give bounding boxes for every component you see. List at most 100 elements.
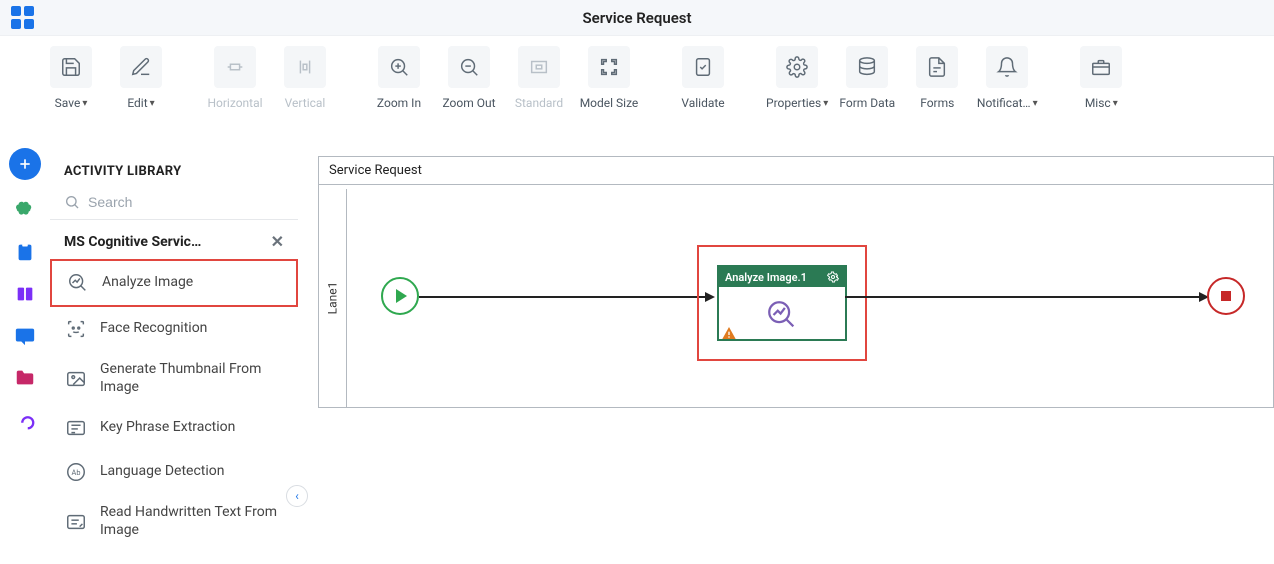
chevron-down-icon: ▾ <box>150 98 155 109</box>
brain-icon[interactable] <box>13 198 37 222</box>
misc-label: Misc <box>1085 96 1111 110</box>
vertical-button: Vertical <box>274 46 336 110</box>
activity-label: Face Recognition <box>100 320 207 338</box>
edge-start-to-activity <box>419 296 713 298</box>
end-node[interactable] <box>1207 277 1245 315</box>
zoom-in-label: Zoom In <box>377 96 421 110</box>
activity-label: Read Handwritten Text From Image <box>100 504 284 539</box>
forms-label: Forms <box>920 96 954 110</box>
search-input[interactable] <box>88 194 284 210</box>
zoom-in-icon <box>378 46 420 88</box>
loop-icon[interactable] <box>13 408 37 432</box>
chevron-left-icon: ‹ <box>295 489 299 503</box>
edge-activity-to-end <box>845 296 1207 298</box>
activity-library-panel: ACTIVITY LIBRARY MS Cognitive Servic… ✕ … <box>50 120 298 564</box>
activity-key-phrase[interactable]: Key Phrase Extraction <box>50 406 298 450</box>
horizontal-align-icon <box>214 46 256 88</box>
lane-label: Lane1 <box>326 282 340 315</box>
edit-label: Edit <box>127 96 147 110</box>
misc-button[interactable]: Misc▾ <box>1070 46 1132 110</box>
properties-label: Properties <box>766 96 821 110</box>
chevron-down-icon: ▾ <box>82 98 87 109</box>
vertical-label: Vertical <box>285 96 326 110</box>
properties-button[interactable]: Properties▾ <box>766 46 828 110</box>
activity-library-title: ACTIVITY LIBRARY <box>50 120 298 193</box>
zoom-out-icon <box>448 46 490 88</box>
analyze-image-icon <box>66 271 90 295</box>
activity-node-selection[interactable]: Analyze Image.1 <box>697 245 867 361</box>
validate-label: Validate <box>681 96 724 110</box>
form-data-label: Form Data <box>839 96 895 110</box>
warning-icon <box>721 325 737 341</box>
bell-icon <box>986 46 1028 88</box>
edit-icon <box>120 46 162 88</box>
close-icon[interactable]: ✕ <box>271 232 284 251</box>
chevron-down-icon: ▾ <box>823 98 828 109</box>
activity-label: Key Phrase Extraction <box>100 419 235 437</box>
category-row[interactable]: MS Cognitive Servic… ✕ <box>50 220 298 259</box>
app-grid-icon[interactable] <box>8 4 36 32</box>
database-icon <box>846 46 888 88</box>
model-size-label: Model Size <box>580 96 639 110</box>
activity-face-recognition[interactable]: Face Recognition <box>50 307 298 351</box>
page-title: Service Request <box>582 9 691 27</box>
validate-icon <box>682 46 724 88</box>
form-data-button[interactable]: Form Data <box>836 46 898 110</box>
add-button[interactable] <box>9 148 41 180</box>
activity-node-analyze-image[interactable]: Analyze Image.1 <box>717 265 847 341</box>
zoom-out-button[interactable]: Zoom Out <box>438 46 500 110</box>
search-icon <box>64 193 80 211</box>
chat-icon[interactable] <box>13 324 37 348</box>
save-icon <box>50 46 92 88</box>
gear-icon[interactable] <box>827 271 839 283</box>
save-button[interactable]: Save▾ <box>40 46 102 110</box>
clipboard-icon[interactable] <box>13 240 37 264</box>
model-size-icon <box>588 46 630 88</box>
model-size-button[interactable]: Model Size <box>578 46 640 110</box>
activity-generate-thumbnail[interactable]: Generate Thumbnail From Image <box>50 351 298 406</box>
standard-button: Standard <box>508 46 570 110</box>
canvas-title: Service Request <box>319 157 1273 185</box>
chevron-down-icon: ▾ <box>1033 98 1038 109</box>
handwritten-icon <box>64 510 88 534</box>
horizontal-label: Horizontal <box>207 96 262 110</box>
forms-button[interactable]: Forms <box>906 46 968 110</box>
process-canvas[interactable]: Service Request Lane1 Analyze Image.1 <box>318 156 1274 408</box>
activity-read-handwritten[interactable]: Read Handwritten Text From Image <box>50 494 298 549</box>
thumbnail-icon <box>64 367 88 391</box>
standard-label: Standard <box>515 96 563 110</box>
zoom-out-label: Zoom Out <box>442 96 495 110</box>
validate-button[interactable]: Validate <box>672 46 734 110</box>
activity-label: Language Detection <box>100 463 224 481</box>
category-label: MS Cognitive Servic… <box>64 234 201 250</box>
edit-button[interactable]: Edit▾ <box>110 46 172 110</box>
extraction-icon <box>64 416 88 440</box>
toolbar: Save▾ Edit▾ Horizontal Vertical Zoom In … <box>0 36 1274 120</box>
activity-label: Generate Thumbnail From Image <box>100 361 284 396</box>
chevron-down-icon: ▾ <box>1113 98 1118 109</box>
lane-body[interactable]: Analyze Image.1 <box>347 189 1273 407</box>
language-icon: Ab <box>64 460 88 484</box>
face-icon <box>64 317 88 341</box>
drawer-icon <box>1080 46 1122 88</box>
zoom-in-button[interactable]: Zoom In <box>368 46 430 110</box>
analyze-image-icon <box>765 298 799 332</box>
lane-label-column: Lane1 <box>319 189 347 407</box>
activity-label: Analyze Image <box>102 274 193 292</box>
horizontal-button: Horizontal <box>204 46 266 110</box>
save-label: Save <box>55 96 81 110</box>
column-icon[interactable] <box>13 282 37 306</box>
gear-icon <box>776 46 818 88</box>
start-node[interactable] <box>381 277 419 315</box>
document-icon <box>916 46 958 88</box>
svg-text:Ab: Ab <box>72 468 81 477</box>
folder-icon[interactable] <box>13 366 37 390</box>
left-rail <box>0 120 50 564</box>
standard-frame-icon <box>518 46 560 88</box>
activity-node-title: Analyze Image.1 <box>725 271 807 284</box>
notifications-label: Notificat… <box>977 96 1031 110</box>
activity-language-detection[interactable]: Ab Language Detection <box>50 450 298 494</box>
activity-analyze-image[interactable]: Analyze Image <box>50 259 298 307</box>
notifications-button[interactable]: Notificat…▾ <box>976 46 1038 110</box>
vertical-align-icon <box>284 46 326 88</box>
